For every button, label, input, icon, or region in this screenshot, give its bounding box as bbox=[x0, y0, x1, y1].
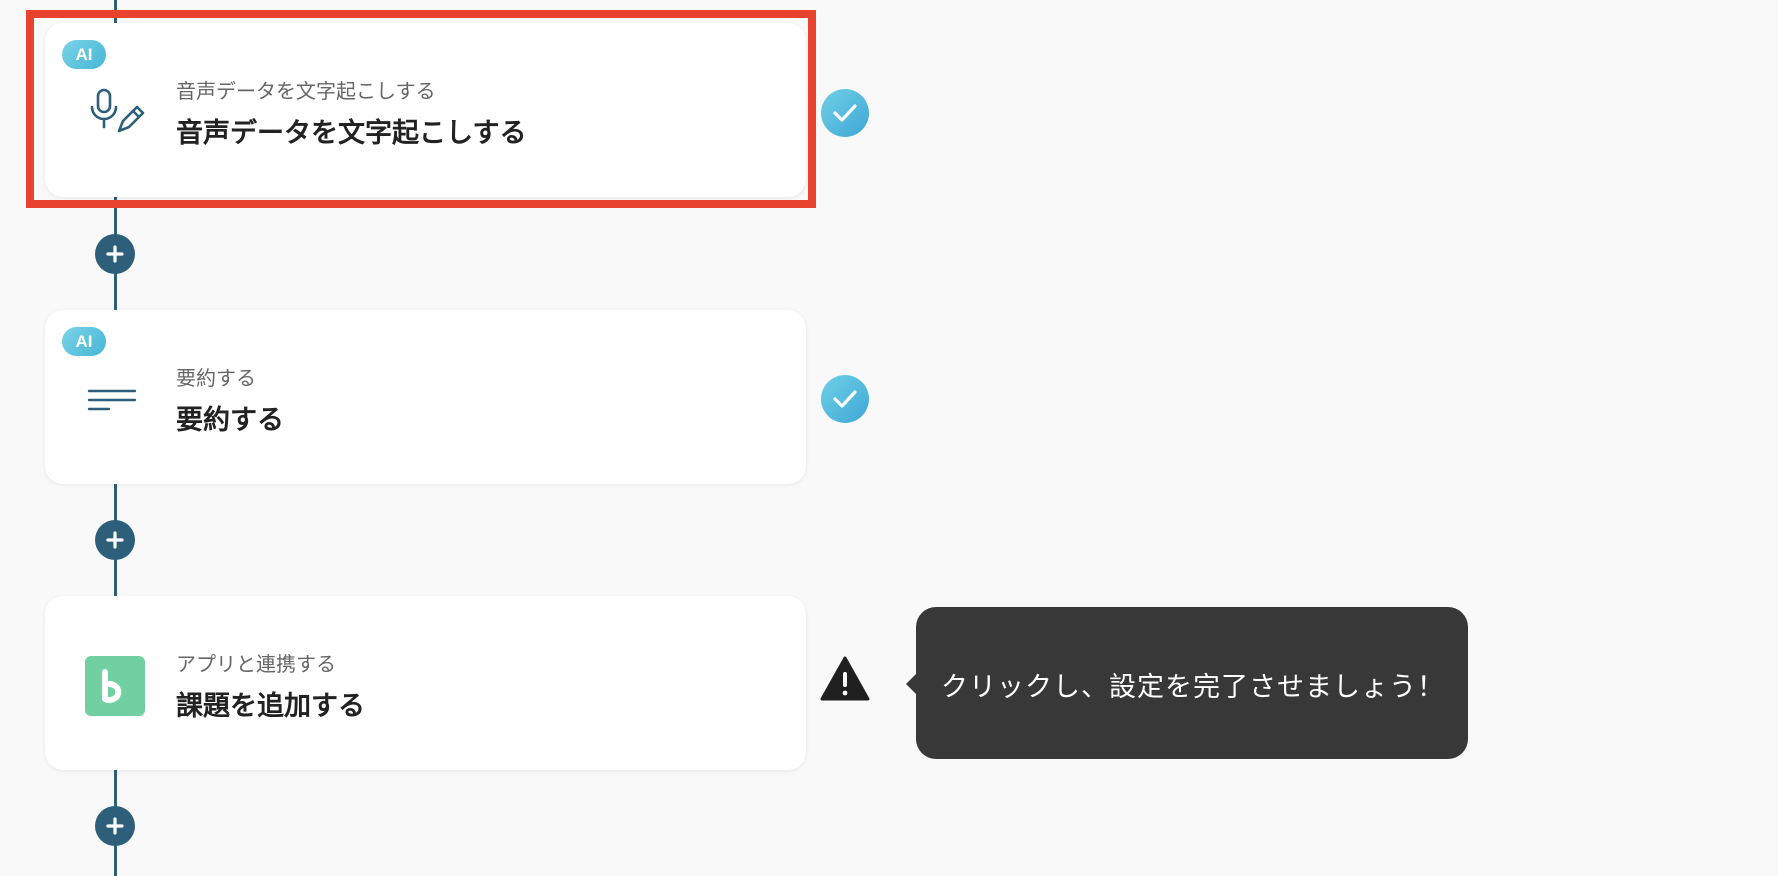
step-subtitle: 音声データを文字起こしする bbox=[176, 79, 436, 103]
step-card-add-issue[interactable]: アプリと連携する 課題を追加する bbox=[45, 596, 806, 770]
step-card-summarize[interactable]: AI 要約する 要約する bbox=[45, 310, 806, 484]
setup-tooltip: クリックし、設定を完了させましょう！ bbox=[906, 607, 1468, 759]
step-title: 音声データを文字起こしする bbox=[176, 118, 527, 149]
backlog-app-icon bbox=[85, 656, 145, 716]
step-title: 課題を追加する bbox=[176, 691, 365, 722]
tooltip-arrow bbox=[906, 674, 916, 694]
add-step-button[interactable] bbox=[95, 520, 135, 560]
step-card-transcribe[interactable]: AI 音声データを文字起こしする 音声データを文字起こしする bbox=[45, 23, 806, 197]
step-subtitle: 要約する bbox=[176, 366, 256, 390]
check-complete-icon bbox=[821, 375, 869, 423]
plus-icon bbox=[106, 817, 124, 835]
step-subtitle: アプリと連携する bbox=[176, 652, 336, 676]
plus-icon bbox=[106, 531, 124, 549]
summary-lines-icon bbox=[85, 370, 145, 430]
plus-icon bbox=[106, 245, 124, 263]
step-title: 要約する bbox=[176, 405, 284, 436]
warning-icon bbox=[820, 655, 870, 703]
ai-badge: AI bbox=[62, 327, 106, 356]
add-step-button[interactable] bbox=[95, 806, 135, 846]
mic-pencil-icon bbox=[85, 83, 145, 143]
tooltip-text: クリックし、設定を完了させましょう！ bbox=[941, 672, 1445, 703]
add-step-button[interactable] bbox=[95, 234, 135, 274]
ai-badge: AI bbox=[62, 40, 106, 69]
check-complete-icon bbox=[821, 89, 869, 137]
